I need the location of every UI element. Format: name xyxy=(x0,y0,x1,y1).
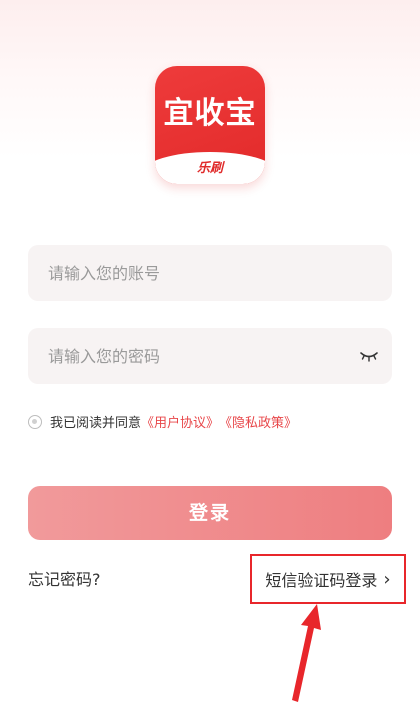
password-field[interactable] xyxy=(28,328,392,384)
chevron-right-icon: › xyxy=(383,568,391,590)
eye-closed-icon[interactable] xyxy=(360,350,378,362)
agreement-row: 我已阅读并同意 《用户协议》 《隐私政策》 xyxy=(28,412,297,431)
forgot-password-link[interactable]: 忘记密码? xyxy=(28,566,101,590)
logo-subtitle: 乐刷 xyxy=(196,161,223,176)
password-input[interactable] xyxy=(46,345,360,367)
account-field[interactable] xyxy=(28,245,392,301)
logo-title: 宜收宝 xyxy=(163,96,257,131)
sms-login-label: 短信验证码登录 xyxy=(265,571,378,590)
agreement-text: 我已阅读并同意 xyxy=(50,416,142,431)
agreement-radio[interactable] xyxy=(28,414,42,429)
privacy-policy-link[interactable]: 《隐私政策》 xyxy=(219,412,297,431)
sms-login-link[interactable]: 短信验证码登录 › xyxy=(250,554,406,604)
login-button[interactable]: 登录 xyxy=(28,486,392,540)
user-agreement-link[interactable]: 《用户协议》 xyxy=(141,412,219,431)
app-logo: 宜收宝 乐刷 xyxy=(155,66,265,184)
account-input[interactable] xyxy=(46,262,378,284)
login-screen: 宜收宝 乐刷 我已阅读并同意 《用户协议》 《隐私政策》 登录 忘记密码? 短信… xyxy=(0,0,420,720)
